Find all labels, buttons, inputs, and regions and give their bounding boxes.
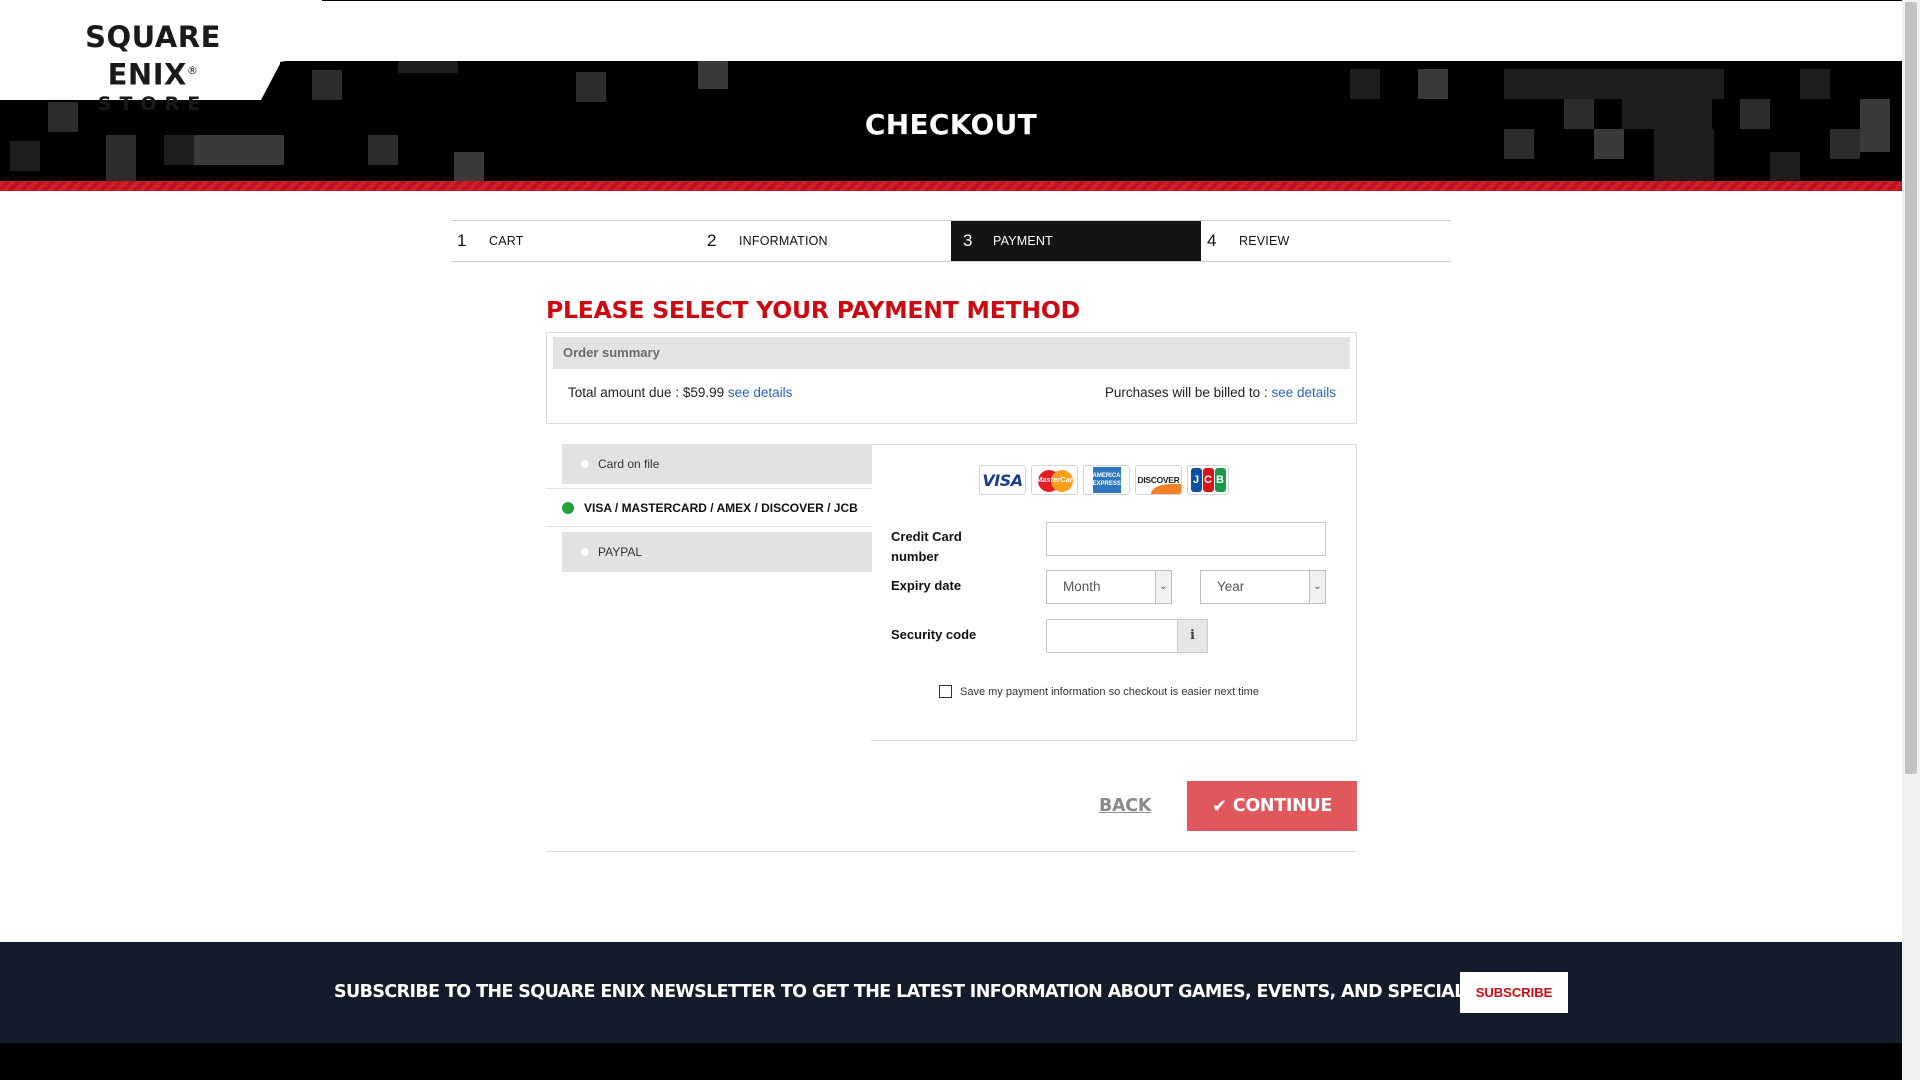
header-red-stripe [0,181,1902,191]
radio-button-selected[interactable] [562,501,574,514]
card-form-panel: VISA MasterCard AMERICAN EXPRESS DISCOVE… [871,444,1357,741]
divider [546,851,1357,852]
step-number: 3 [963,231,973,250]
jcb-letter: J [1190,468,1202,492]
billed-to-label: Purchases will be billed to : [1104,385,1268,400]
back-link[interactable]: BACK [1099,796,1151,816]
order-summary-title: Order summary [553,337,1350,369]
cc-number-input[interactable] [1046,522,1326,556]
method-label: PAYPAL [598,545,643,559]
total-amount-label: Total amount due : $59.99 [568,385,725,400]
amex-text: AMERICAN EXPRESS [1092,467,1125,493]
jcb-logo-icon: J C B [1187,465,1229,495]
method-card-on-file[interactable]: Card on file [562,444,872,484]
footer [0,1043,1902,1080]
vertical-scrollbar[interactable] [1902,0,1920,1080]
security-code-label: Security code [891,627,977,642]
registered-mark: ® [186,64,199,77]
billing-see-details-link[interactable]: see details [1271,385,1336,400]
method-paypal[interactable]: PAYPAL [562,532,872,572]
visa-logo-icon: VISA [979,465,1026,495]
step-label: PAYMENT [993,234,1053,248]
save-payment-checkbox[interactable] [939,685,952,698]
year-value: Year [1217,579,1245,594]
discover-logo-icon: DISCOVER [1135,465,1182,495]
continue-button[interactable]: ✔ CONTINUE [1187,781,1357,831]
checkmark-icon: ✔ [1211,795,1227,817]
step-number: 1 [457,231,467,250]
amex-logo-icon: AMERICAN EXPRESS [1083,465,1130,495]
expiry-year-select[interactable]: Year ⌄ [1200,570,1326,604]
mastercard-text: MasterCard [1036,475,1078,484]
method-label: VISA / MASTERCARD / AMEX / DISCOVER / JC… [584,500,858,515]
order-summary: Order summary Total amount due : $59.99 … [546,332,1357,424]
cc-number-label: Credit Card number [891,529,962,564]
chevron-down-icon: ⌄ [1155,571,1171,603]
method-credit-card[interactable]: VISA / MASTERCARD / AMEX / DISCOVER / JC… [546,488,872,527]
newsletter-banner: SUBSCRIBE TO THE SQUARE ENIX NEWSLETTER … [0,942,1902,1043]
step-label: INFORMATION [739,234,828,248]
step-label: CART [489,234,524,248]
method-label: Card on file [598,457,660,471]
step-cart[interactable]: 1 CART [451,221,701,261]
step-payment: 3 PAYMENT [951,221,1201,261]
logo-wordmark: SQUARE ENIX [85,20,221,92]
accepted-cards: VISA MasterCard AMERICAN EXPRESS DISCOVE… [979,465,1229,495]
payment-heading: PLEASE SELECT YOUR PAYMENT METHOD [546,296,1080,324]
month-value: Month [1063,579,1101,594]
radio-button[interactable] [580,547,590,557]
security-code-input[interactable] [1046,619,1178,653]
visa-text: VISA [982,470,1023,490]
scrollbar-thumb[interactable] [1905,2,1917,774]
save-payment-row[interactable]: Save my payment information so checkout … [939,685,1259,698]
radio-button[interactable] [580,459,590,469]
continue-label: CONTINUE [1232,796,1333,816]
page-title: CHECKOUT [864,108,1038,141]
jcb-letter: B [1214,468,1226,492]
discover-text: DISCOVER [1137,475,1180,485]
site-header: SQUARE ENIX® STORE CHECKOUT [0,0,1902,191]
expiry-month-select[interactable]: Month ⌄ [1046,570,1172,604]
checkout-steps: 1 CART 2 INFORMATION 3 PAYMENT 4 REVIEW [451,220,1451,262]
store-logo[interactable]: SQUARE ENIX® STORE [42,20,264,115]
step-number: 4 [1207,231,1217,250]
newsletter-text: SUBSCRIBE TO THE SQUARE ENIX NEWSLETTER … [334,982,1544,1002]
step-number: 2 [707,231,717,250]
total-see-details-link[interactable]: see details [728,385,793,400]
total-amount: Total amount due : $59.99 see details [568,385,792,400]
chevron-down-icon: ⌄ [1309,571,1325,603]
billing-info: Purchases will be billed to : see detail… [1105,385,1336,400]
step-information[interactable]: 2 INFORMATION [701,221,951,261]
info-icon[interactable]: i [1178,619,1208,653]
step-review: 4 REVIEW [1201,221,1451,261]
mastercard-logo-icon: MasterCard [1031,465,1078,495]
expiry-label: Expiry date [891,578,962,593]
step-label: REVIEW [1239,234,1290,248]
subscribe-button[interactable]: SUBSCRIBE [1460,972,1568,1013]
jcb-letter: C [1202,468,1214,492]
save-payment-label: Save my payment information so checkout … [960,685,1259,698]
